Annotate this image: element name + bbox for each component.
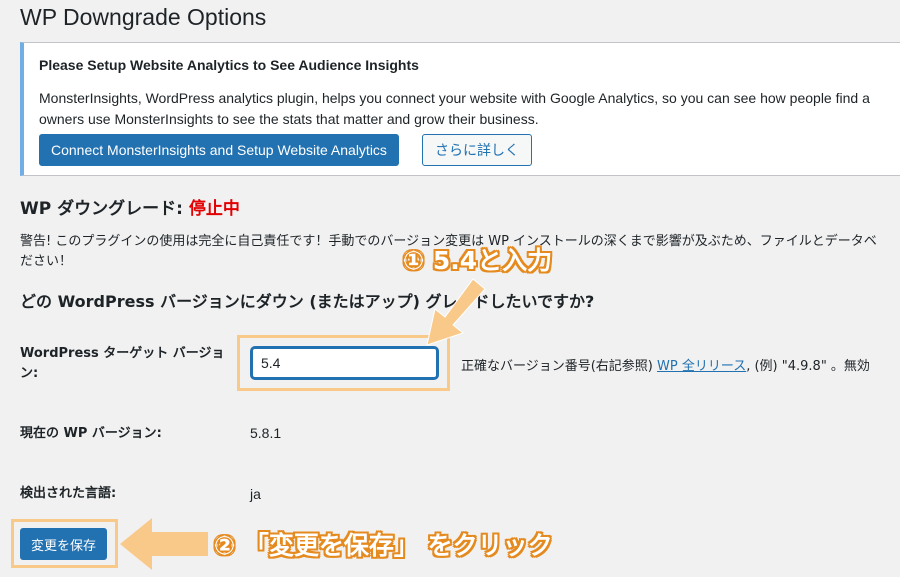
wp-releases-link[interactable]: WP 全リリース xyxy=(657,359,746,374)
notice-line-1: MonsterInsights, WordPress analytics plu… xyxy=(39,90,870,106)
downgrade-status-heading: WP ダウングレード: 停止中 xyxy=(20,194,240,219)
status-label: WP ダウングレード: xyxy=(20,199,189,219)
current-version-value: 5.8.1 xyxy=(250,425,282,441)
learn-more-button[interactable]: さらに詳しく xyxy=(422,134,532,166)
desc-suffix: , (例) "4.9.8" 。無効 xyxy=(746,359,870,374)
notice-line-2: owners use MonsterInsights to see the st… xyxy=(39,111,539,127)
notice-text: MonsterInsights, WordPress analytics plu… xyxy=(39,88,870,130)
arrow-left-icon xyxy=(120,518,208,570)
annotation-step-2: ② 「変更を保存」 をクリック xyxy=(214,531,553,560)
current-version-label: 現在の WP バージョン: xyxy=(20,426,162,441)
detected-language-label: 検出された言語: xyxy=(20,486,117,501)
detected-language-value: ja xyxy=(250,486,261,502)
status-badge: 停止中 xyxy=(188,199,240,219)
version-question: どの WordPress バージョンにダウン (またはアップ) グレードしたいで… xyxy=(20,292,595,311)
page-title: WP Downgrade Options xyxy=(20,4,267,30)
target-version-input[interactable] xyxy=(251,347,438,379)
target-version-description: 正確なバージョン番号(右記参照) WP 全リリース, (例) "4.9.8" 。… xyxy=(461,355,870,374)
connect-monsterinsights-button[interactable]: Connect MonsterInsights and Setup Websit… xyxy=(39,134,399,166)
arrow-down-icon xyxy=(426,278,486,346)
annotation-step-1: ① 5.4と入力 xyxy=(403,246,553,275)
save-changes-button[interactable]: 変更を保存 xyxy=(20,528,108,560)
notice-title: Please Setup Website Analytics to See Au… xyxy=(39,57,419,73)
analytics-notice: Please Setup Website Analytics to See Au… xyxy=(20,42,900,176)
target-version-label: WordPress ターゲット バージョン: xyxy=(20,346,225,381)
desc-prefix: 正確なバージョン番号(右記参照) xyxy=(461,359,658,374)
